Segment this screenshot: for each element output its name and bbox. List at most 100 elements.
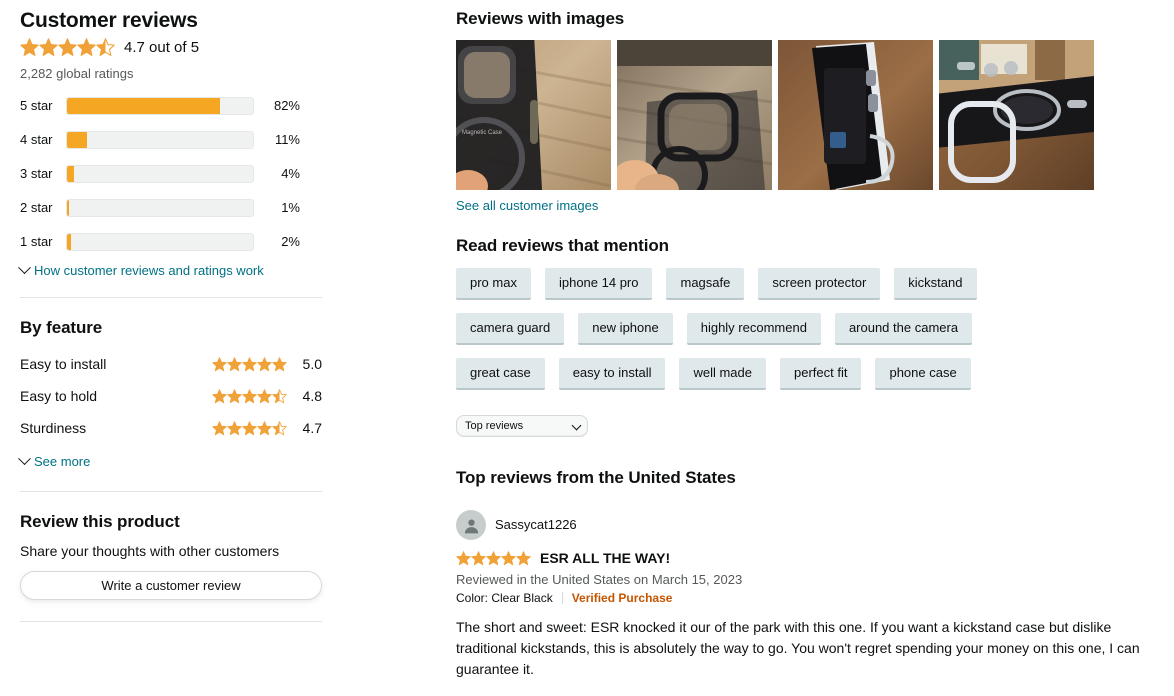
- histogram-bar-track[interactable]: [66, 97, 254, 115]
- page-title: Customer reviews: [20, 9, 198, 32]
- see-more-link[interactable]: See more: [34, 454, 90, 469]
- mention-tag[interactable]: phone case: [875, 358, 971, 390]
- review-this-product-title: Review this product: [20, 512, 180, 531]
- review-title[interactable]: ESR ALL THE WAY!: [540, 549, 670, 567]
- see-all-customer-images-link[interactable]: See all customer images: [456, 198, 598, 213]
- star-icon: [227, 388, 242, 403]
- star-icon: [77, 38, 96, 57]
- histogram-bar-track[interactable]: [66, 165, 254, 183]
- feature-name: Easy to install: [20, 356, 107, 372]
- divider: [20, 491, 322, 492]
- reviewer-row[interactable]: Sassycat1226: [456, 510, 1146, 540]
- histogram-star-label[interactable]: 2 star: [20, 200, 66, 216]
- by-feature-title: By feature: [20, 318, 103, 337]
- star-icon: [212, 388, 227, 403]
- histogram-star-label[interactable]: 5 star: [20, 98, 66, 114]
- star-icon: [39, 38, 58, 57]
- star-icon: [272, 420, 287, 435]
- histogram-star-label[interactable]: 4 star: [20, 132, 66, 148]
- histogram-row[interactable]: 5 star 82%: [20, 93, 322, 119]
- mention-tag[interactable]: well made: [679, 358, 766, 390]
- star-icon: [516, 550, 531, 565]
- verified-purchase-badge[interactable]: Verified Purchase: [572, 590, 673, 606]
- star-icon: [242, 388, 257, 403]
- review-photo: [778, 40, 933, 190]
- mention-tag[interactable]: highly recommend: [686, 313, 821, 345]
- histogram-row[interactable]: 1 star 2%: [20, 229, 322, 255]
- review-image-thumbnail[interactable]: [778, 40, 933, 190]
- review-this-product-subtitle: Share your thoughts with other customers: [20, 543, 280, 559]
- reviewer-name[interactable]: Sassycat1226: [495, 517, 577, 533]
- review-color-variant[interactable]: Color: Clear Black: [456, 590, 553, 606]
- rating-histogram: 5 star 82% 4 star 11% 3 star 4% 2 star 1…: [20, 93, 322, 255]
- star-icon: [257, 356, 272, 371]
- histogram-percent[interactable]: 82%: [254, 98, 300, 114]
- star-icon: [456, 550, 471, 565]
- how-reviews-work-link[interactable]: How customer reviews and ratings work: [34, 263, 264, 278]
- feature-star-rating: [212, 356, 287, 372]
- mention-tag[interactable]: around the camera: [834, 313, 973, 345]
- feature-star-rating: [212, 388, 287, 404]
- top-reviews-title: Top reviews from the United States: [456, 468, 736, 487]
- mention-tag[interactable]: camera guard: [456, 313, 565, 345]
- histogram-percent[interactable]: 2%: [254, 234, 300, 250]
- overall-rating-text: 4.7 out of 5: [124, 38, 200, 56]
- svg-text:Magnetic Case: Magnetic Case: [462, 130, 503, 136]
- star-icon: [501, 550, 516, 565]
- reviews-with-images-title: Reviews with images: [456, 9, 625, 28]
- how-reviews-work-row[interactable]: How customer reviews and ratings work: [18, 261, 322, 278]
- star-icon: [257, 388, 272, 403]
- star-icon: [272, 356, 287, 371]
- histogram-percent[interactable]: 1%: [254, 200, 300, 216]
- review-star-rating[interactable]: [456, 550, 531, 566]
- user-avatar-icon: [464, 518, 478, 533]
- mention-tag[interactable]: screen protector: [758, 268, 881, 300]
- histogram-star-label[interactable]: 1 star: [20, 234, 66, 250]
- overall-star-rating: [20, 38, 115, 57]
- global-ratings-count: 2,282 global ratings: [20, 66, 134, 81]
- histogram-row[interactable]: 2 star 1%: [20, 195, 322, 221]
- star-icon: [242, 356, 257, 371]
- star-icon: [471, 550, 486, 565]
- mention-tag[interactable]: iphone 14 pro: [544, 268, 653, 300]
- mention-tag[interactable]: easy to install: [558, 358, 666, 390]
- divider: [20, 297, 322, 298]
- star-icon: [257, 420, 272, 435]
- avatar: [456, 510, 486, 540]
- mention-tag[interactable]: pro max: [456, 268, 531, 300]
- mention-tag[interactable]: new iphone: [578, 313, 673, 345]
- review-image-thumbnail[interactable]: [939, 40, 1094, 190]
- histogram-bar-track[interactable]: [66, 131, 254, 149]
- feature-score: 5.0: [302, 356, 322, 372]
- histogram-bar-fill: [67, 234, 71, 250]
- histogram-percent[interactable]: 11%: [254, 132, 300, 148]
- feature-name: Sturdiness: [20, 420, 87, 436]
- customer-reviews-page: Customer reviews 4.7 out of 5 2,282 glob…: [0, 0, 1174, 696]
- mention-tag-list: pro max iphone 14 pro magsafe screen pro…: [456, 268, 1056, 390]
- histogram-star-label[interactable]: 3 star: [20, 166, 66, 182]
- review-title-row[interactable]: ESR ALL THE WAY!: [456, 549, 1146, 567]
- review-image-thumbnail[interactable]: Magnetic Case: [456, 40, 611, 190]
- customer-reviews-summary-panel: Customer reviews 4.7 out of 5 2,282 glob…: [18, 8, 322, 622]
- mention-tag[interactable]: great case: [456, 358, 545, 390]
- histogram-bar-track[interactable]: [66, 199, 254, 217]
- histogram-bar-fill: [67, 166, 75, 182]
- see-more-features-row[interactable]: See more: [18, 452, 322, 469]
- divider: [561, 592, 563, 604]
- mention-tag[interactable]: perfect fit: [780, 358, 862, 390]
- write-customer-review-button[interactable]: Write a customer review: [20, 571, 322, 600]
- divider: [20, 621, 322, 622]
- sort-reviews-select[interactable]: Top reviews: [456, 415, 588, 437]
- histogram-row[interactable]: 4 star 11%: [20, 127, 322, 153]
- mention-tag[interactable]: magsafe: [666, 268, 745, 300]
- review-image-thumbnail[interactable]: [617, 40, 772, 190]
- histogram-bar-track[interactable]: [66, 233, 254, 251]
- feature-row: Easy to hold 4.8: [20, 380, 322, 412]
- histogram-row[interactable]: 3 star 4%: [20, 161, 322, 187]
- histogram-percent[interactable]: 4%: [254, 166, 300, 182]
- mention-tag[interactable]: kickstand: [894, 268, 977, 300]
- feature-row: Easy to install 5.0: [20, 348, 322, 380]
- review-date: Reviewed in the United States on March 1…: [456, 572, 743, 587]
- star-icon: [227, 420, 242, 435]
- review-photo: [617, 40, 772, 190]
